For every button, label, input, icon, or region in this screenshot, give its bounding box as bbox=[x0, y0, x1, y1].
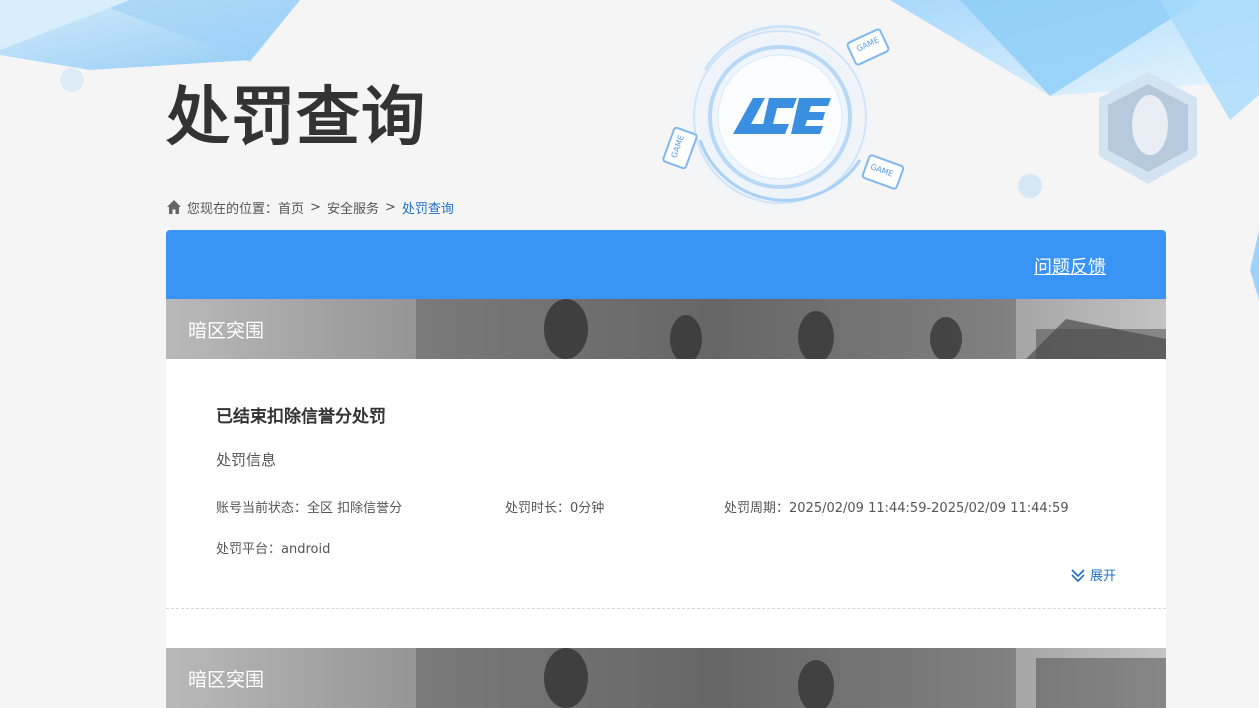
account-status: 账号当前状态：全区 扣除信誉分 bbox=[216, 497, 402, 516]
account-status-label: 账号当前状态： bbox=[216, 501, 308, 516]
penalty-duration-label: 处罚时长： bbox=[505, 501, 571, 516]
home-icon bbox=[167, 200, 181, 214]
penalty-duration: 处罚时长：0分钟 bbox=[505, 497, 604, 516]
game-banner-image bbox=[416, 299, 1166, 359]
expand-button[interactable]: 展开 bbox=[1070, 565, 1116, 584]
ace-logo-icon bbox=[733, 98, 831, 134]
breadcrumb-prefix: 您现在的位置： bbox=[187, 201, 279, 217]
game-banner-image-2 bbox=[416, 648, 1166, 708]
penalty-duration-value: 0分钟 bbox=[570, 501, 605, 516]
penalty-platform-label: 处罚平台： bbox=[216, 542, 282, 557]
breadcrumb: 您现在的位置： 首页 > 安全服务 > 处罚查询 bbox=[166, 197, 454, 217]
penalty-info-heading: 处罚信息 bbox=[216, 451, 277, 469]
game-banner: 暗区突围 bbox=[166, 299, 1166, 359]
card-header: 问题反馈 bbox=[166, 230, 1166, 299]
game-banner-2: 暗区突围 bbox=[166, 648, 1166, 708]
penalty-period: 处罚周期：2025/02/09 11:44:59-2025/02/09 11:4… bbox=[724, 497, 1069, 516]
breadcrumb-home-link[interactable]: 首页 bbox=[278, 198, 304, 217]
breadcrumb-separator: > bbox=[384, 199, 396, 215]
double-chevron-down-icon bbox=[1071, 568, 1085, 582]
penalty-record: 已结束扣除信誉分处罚 处罚信息 账号当前状态：全区 扣除信誉分 处罚时长：0分钟… bbox=[166, 359, 1166, 609]
penalty-period-label: 处罚周期： bbox=[724, 501, 790, 516]
breadcrumb-current: 处罚查询 bbox=[401, 201, 454, 217]
ace-logo bbox=[733, 94, 833, 138]
breadcrumb-security-link[interactable]: 安全服务 bbox=[327, 198, 379, 217]
penalty-card: 问题反馈 暗区突围 已结束扣除信誉分处罚 处罚信息 账号当前状态：全区 扣除信誉… bbox=[166, 230, 1166, 690]
account-status-value: 全区 扣除信誉分 bbox=[307, 501, 403, 516]
feedback-link[interactable]: 问题反馈 bbox=[1034, 253, 1106, 279]
expand-label: 展开 bbox=[1089, 569, 1116, 584]
page-title: 处罚查询 bbox=[166, 81, 426, 155]
penalty-title: 已结束扣除信誉分处罚 bbox=[216, 407, 386, 427]
breadcrumb-separator: > bbox=[310, 199, 321, 215]
game-name: 暗区突围 bbox=[188, 320, 265, 342]
game-name-2: 暗区突围 bbox=[188, 669, 265, 691]
penalty-platform: 处罚平台：android bbox=[216, 538, 330, 557]
penalty-platform-value: android bbox=[281, 542, 331, 557]
penalty-period-value: 2025/02/09 11:44:59-2025/02/09 11:44:59 bbox=[789, 501, 1069, 516]
